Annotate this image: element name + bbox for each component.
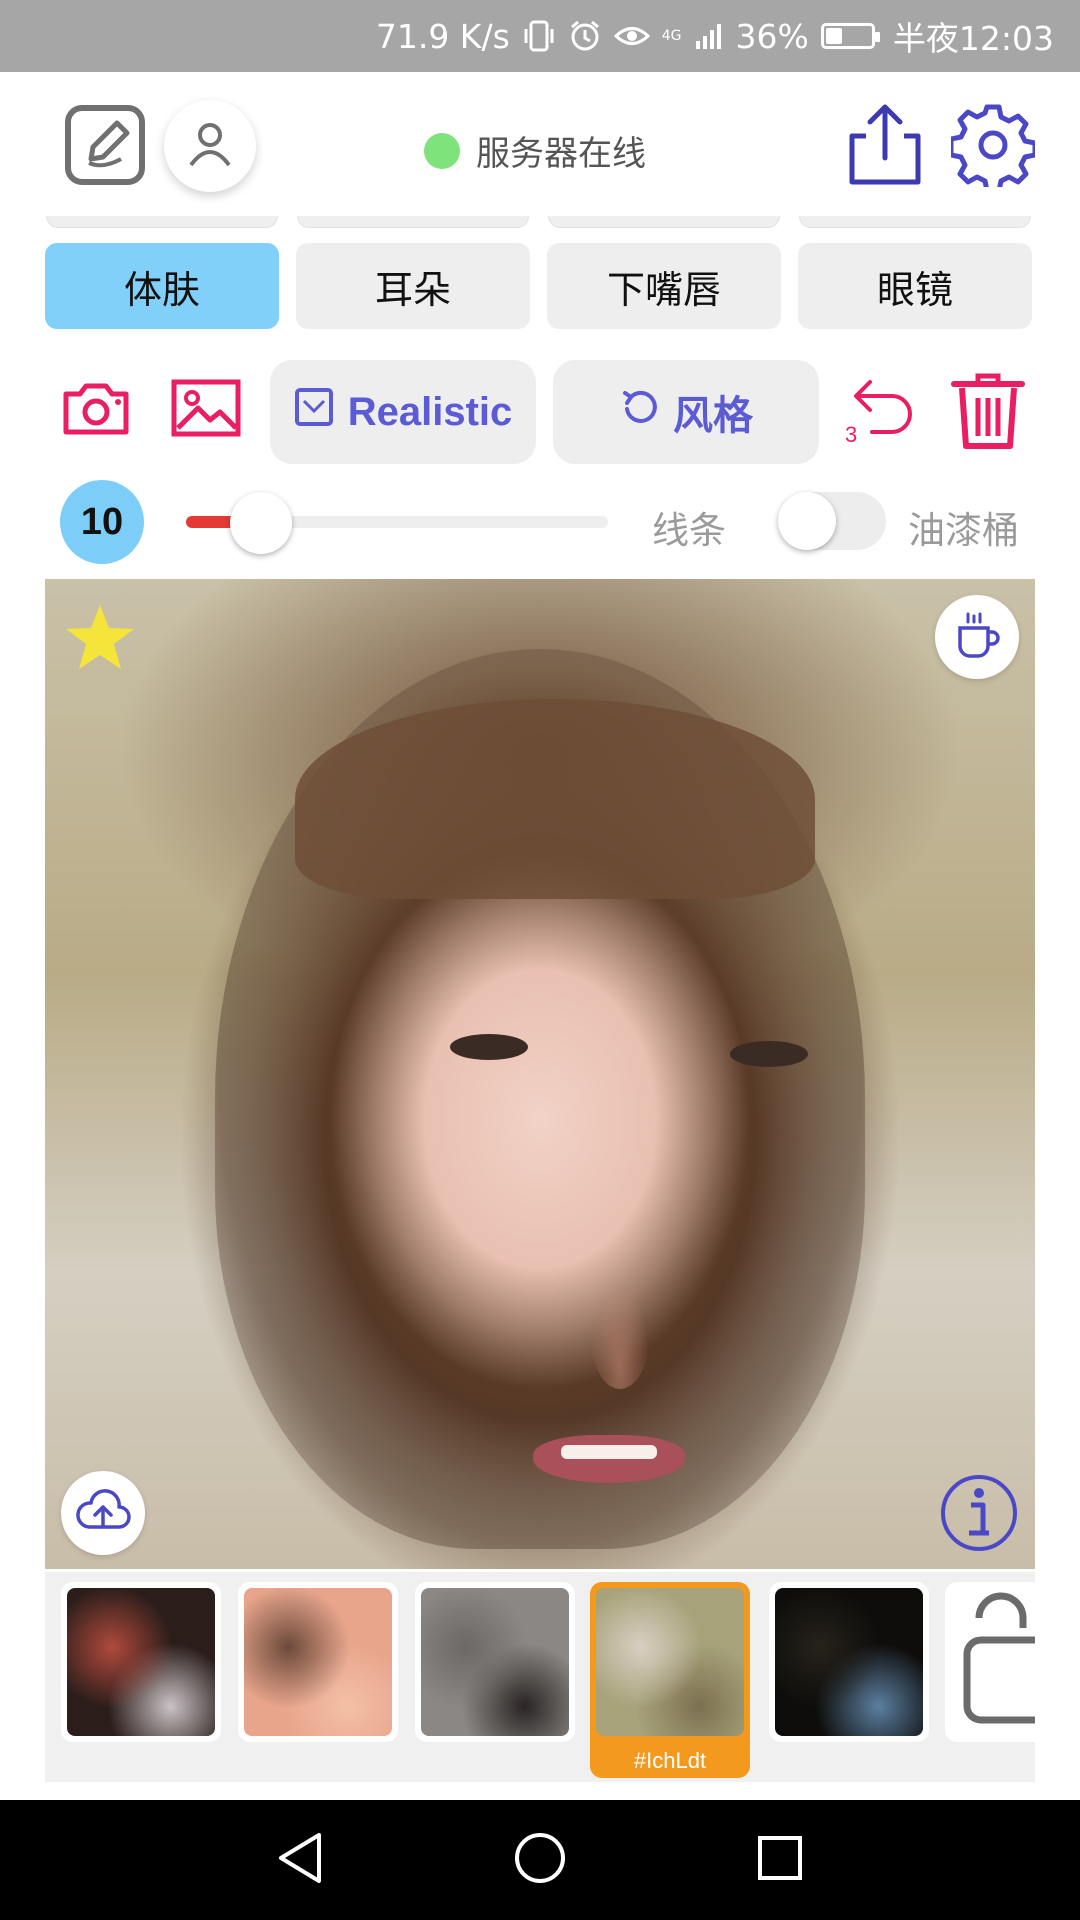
back-icon (275, 1831, 325, 1889)
cloud-upload-icon (75, 1489, 131, 1537)
trash-icon (950, 370, 1026, 456)
checkbox-icon (294, 387, 334, 437)
lock-icon (951, 1592, 1035, 1742)
camera-button[interactable] (60, 378, 132, 442)
eye-icon (613, 21, 650, 51)
chip-label: 体肤 (123, 267, 200, 312)
nav-recents-button[interactable] (750, 1830, 810, 1890)
line-mode-label: 线条 (652, 509, 726, 552)
info-button[interactable] (939, 1473, 1019, 1553)
portrait-eye-left (450, 1034, 528, 1060)
portrait-eye-right (730, 1041, 808, 1067)
coffee-icon (952, 610, 1002, 664)
unlock-more-button[interactable] (945, 1582, 1035, 1742)
brush-size-value: 10 (80, 500, 124, 543)
chip-label: 下嘴唇 (606, 267, 721, 312)
profile-button[interactable] (164, 100, 256, 192)
brush-size-slider-thumb[interactable] (229, 492, 292, 554)
refresh-icon (619, 387, 659, 437)
category-chip-skin[interactable]: 体肤 (45, 243, 279, 329)
battery-icon (820, 23, 880, 49)
app-root: 71.9 K/s 4G 36% 半夜12:03 服务器在线 体肤 耳朵 下嘴唇 … (0, 0, 1080, 1920)
thumbnail-item[interactable] (415, 1582, 575, 1742)
recents-icon (756, 1834, 804, 1886)
thumbnail-image (244, 1588, 392, 1736)
camera-icon (60, 378, 132, 442)
undo-count: 3 (845, 422, 858, 447)
style-label: 风格 (673, 393, 753, 439)
net-speed: 71.9 K/s (375, 16, 510, 56)
chip-row-above (297, 216, 529, 228)
gallery-button[interactable] (170, 378, 242, 442)
category-chip-lower-lip[interactable]: 下嘴唇 (547, 243, 781, 329)
favorite-star-button[interactable] (63, 601, 137, 675)
app-header: 服务器在线 (0, 72, 1080, 222)
thumbnail-image (775, 1588, 923, 1736)
chip-row-above (46, 216, 278, 228)
status-bar: 71.9 K/s 4G 36% 半夜12:03 (0, 0, 1080, 72)
thumbnail-caption: #IchLdt (633, 1748, 707, 1773)
paint-bucket-toggle[interactable] (778, 492, 886, 550)
style-button[interactable]: 风格 (553, 360, 819, 464)
alarm-icon (568, 19, 602, 53)
toggle-knob (778, 492, 836, 550)
chip-label: 耳朵 (374, 267, 451, 312)
server-status-dot (424, 132, 460, 169)
category-chip-glasses[interactable]: 眼镜 (798, 243, 1032, 329)
thumbnail-image (67, 1588, 215, 1736)
server-status-label: 服务器在线 (476, 134, 646, 174)
chip-label: 眼镜 (876, 267, 953, 312)
realistic-toggle[interactable]: Realistic (270, 360, 536, 464)
nav-back-button[interactable] (270, 1830, 330, 1890)
category-chip-ears[interactable]: 耳朵 (296, 243, 530, 329)
vibrate-icon (522, 19, 556, 53)
thumbnail-image (596, 1588, 744, 1736)
portrait-nose (590, 1279, 650, 1389)
portrait-mouth (533, 1435, 685, 1483)
thumbnail-item[interactable] (769, 1582, 929, 1742)
realistic-label: Realistic (347, 389, 513, 434)
drawing-canvas[interactable] (45, 579, 1035, 1569)
signal-bars-icon (694, 21, 724, 51)
edit-icon (63, 103, 147, 191)
server-status: 服务器在线 (424, 126, 646, 175)
profile-icon (185, 119, 235, 173)
image-icon (170, 378, 242, 442)
system-nav-bar (0, 1800, 1080, 1920)
thumbnail-strip[interactable]: #IchLdt (45, 1572, 1035, 1782)
gear-icon (948, 103, 1038, 194)
thumbnail-item[interactable] (61, 1582, 221, 1742)
coffee-button[interactable] (935, 595, 1019, 679)
network-badge: 4G (661, 28, 682, 44)
portrait-bangs (295, 699, 815, 899)
paint-bucket-label: 油漆桶 (908, 509, 1019, 552)
home-icon (513, 1831, 567, 1889)
chip-row-above (799, 216, 1031, 228)
settings-button[interactable] (948, 103, 1038, 194)
star-icon (63, 605, 137, 679)
edit-button[interactable] (60, 102, 150, 192)
thumbnail-image (421, 1588, 569, 1736)
nav-home-button[interactable] (510, 1830, 570, 1890)
thumbnail-item[interactable] (238, 1582, 398, 1742)
signal-icon: 4G (662, 29, 682, 43)
thumbnail-item-selected[interactable]: #IchLdt (590, 1582, 750, 1778)
cloud-upload-button[interactable] (61, 1471, 145, 1555)
delete-button[interactable] (950, 370, 1026, 456)
brush-size-badge: 10 (60, 480, 144, 564)
share-button[interactable] (842, 102, 928, 192)
share-icon (846, 102, 924, 192)
chip-row-above (548, 216, 780, 228)
clock: 半夜12:03 (892, 19, 1054, 58)
info-icon (939, 1475, 1019, 1557)
battery-percent: 36% (735, 16, 809, 56)
